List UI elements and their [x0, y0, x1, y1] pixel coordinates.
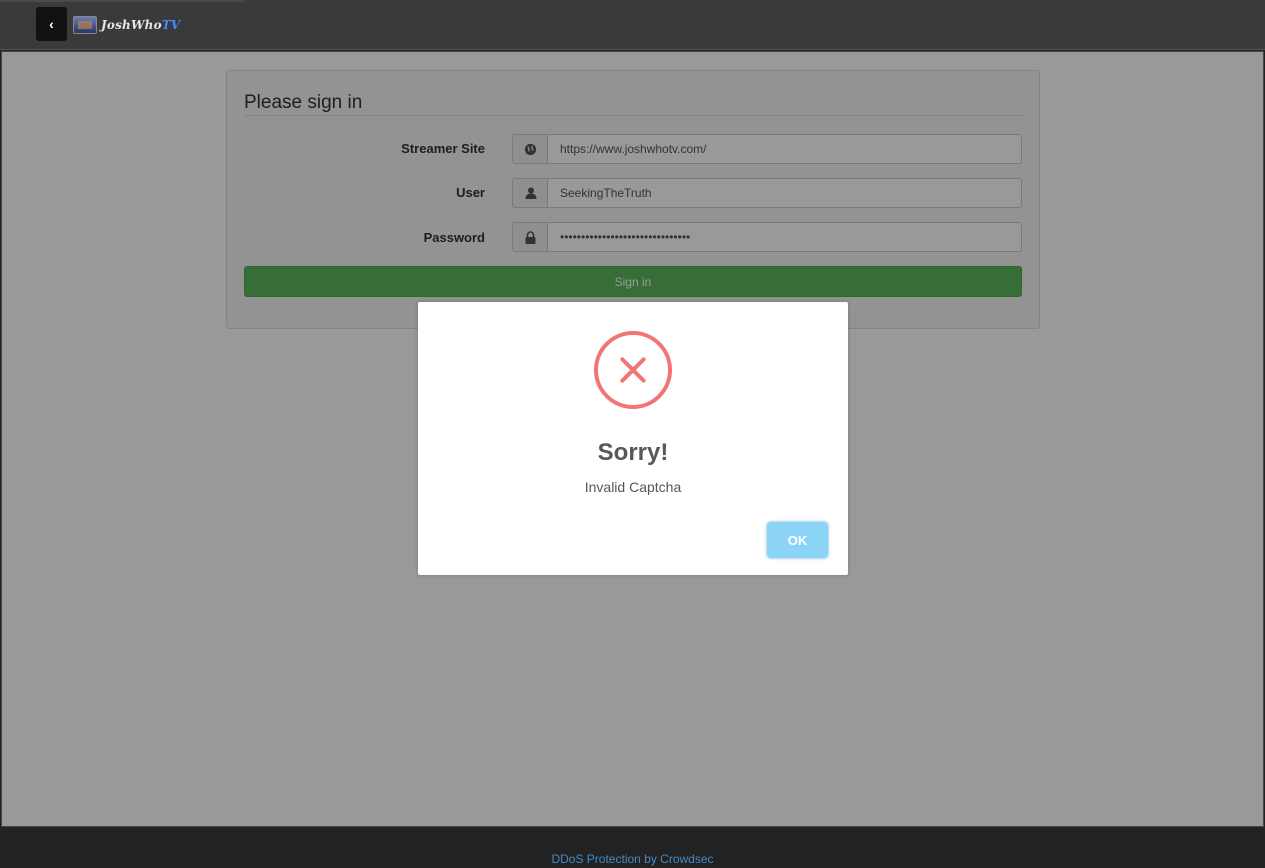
dialog-message: Invalid Captcha — [584, 479, 682, 495]
top-navbar: ‹ JoshWhoTV — [0, 0, 1265, 50]
error-x-icon — [594, 331, 672, 409]
logo-text: JoshWhoTV — [101, 18, 181, 32]
back-button[interactable]: ‹ — [36, 7, 67, 41]
navbar-accent-line — [0, 0, 244, 2]
tv-logo-icon — [73, 16, 97, 34]
chevron-left-icon: ‹ — [49, 16, 54, 32]
error-dialog: Sorry! Invalid Captcha OK — [418, 302, 848, 575]
ok-button[interactable]: OK — [767, 522, 828, 558]
dialog-title: Sorry! — [597, 439, 669, 466]
site-logo[interactable]: JoshWhoTV — [73, 14, 180, 36]
footer: DDoS Protection by Crowdsec — [0, 828, 1265, 868]
crowdsec-link[interactable]: DDoS Protection by Crowdsec — [0, 852, 1265, 866]
